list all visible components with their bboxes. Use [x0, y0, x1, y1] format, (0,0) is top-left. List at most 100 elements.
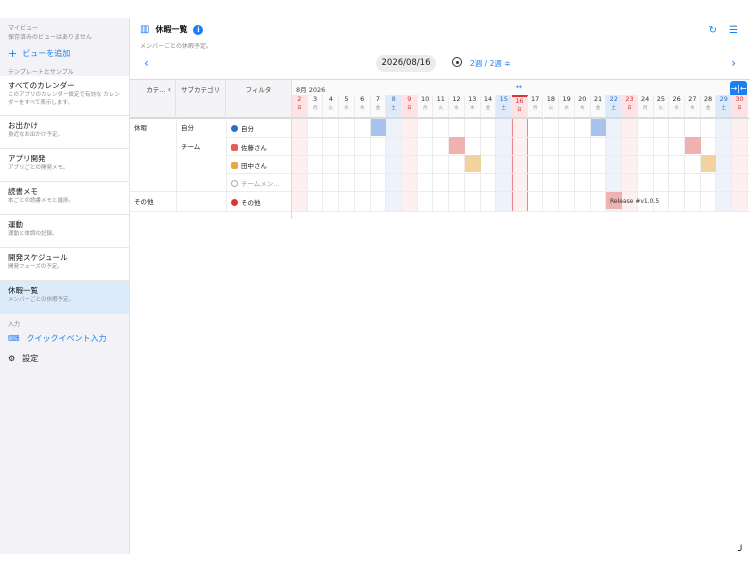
event-release-label[interactable]: Release #v1.0.5: [610, 198, 659, 205]
chevron-left-icon[interactable]: ‹: [144, 56, 149, 70]
day-column[interactable]: [481, 118, 497, 211]
filter-row-tanaka[interactable]: 田中さん: [231, 160, 267, 170]
resize-handle-icon[interactable]: ╯: [738, 546, 744, 557]
day-header[interactable]: 20 木: [574, 95, 591, 118]
today-icon[interactable]: [452, 57, 462, 67]
day-column[interactable]: [433, 118, 450, 211]
filter-row-other[interactable]: その他: [231, 197, 261, 207]
col-header-subcategory[interactable]: サブカテゴリ: [176, 79, 226, 118]
day-column[interactable]: [386, 118, 402, 211]
day-header[interactable]: 17 月: [527, 95, 544, 118]
day-header[interactable]: 18 火: [543, 95, 560, 118]
day-header[interactable]: 6木: [354, 95, 371, 118]
weekday-label: 月: [642, 106, 648, 111]
quick-event-button[interactable]: ⌨ クイックイベント入力: [0, 328, 129, 348]
day-header[interactable]: 12 水: [449, 95, 465, 118]
vacation-block[interactable]: [700, 155, 717, 172]
sidebar-item-reading[interactable]: 読書メモ 本ごとの読書メモと進捗。: [0, 182, 129, 215]
sidebar-item-desc: 身近なお出かけ予定。: [8, 132, 64, 138]
day-number: 17: [531, 95, 540, 103]
day-column[interactable]: [449, 118, 465, 211]
day-column[interactable]: [544, 118, 560, 211]
filter-settings-icon[interactable]: ☰: [729, 25, 738, 36]
day-header[interactable]: 13 木: [464, 95, 481, 118]
day-header[interactable]: 19 水: [559, 95, 575, 118]
filter-row-self[interactable]: 自分: [231, 123, 254, 133]
add-view-button[interactable]: + ビューを追加: [0, 44, 129, 62]
day-header[interactable]: 4火: [323, 95, 340, 118]
sidebar-item-exercise[interactable]: 運動 運動と体調の記録。: [0, 215, 129, 248]
day-column[interactable]: [496, 118, 513, 211]
day-number: 11: [436, 95, 445, 103]
date-picker[interactable]: 2026/08/16: [376, 55, 436, 72]
day-column[interactable]: [528, 118, 544, 211]
info-icon[interactable]: i: [193, 24, 204, 35]
sidebar-item-app-dev[interactable]: アプリ開発 アプリごとの開発メモ。: [0, 149, 129, 182]
vacation-block[interactable]: [685, 137, 701, 154]
sidebar-item-dev-schedule[interactable]: 開発スケジュール 開発フェーズの予定。: [0, 248, 129, 281]
settings-button[interactable]: ⚙ 設定: [0, 348, 129, 368]
vacation-block[interactable]: [449, 137, 465, 154]
day-header[interactable]: 11 火: [433, 95, 450, 118]
category-vacation: 休暇: [134, 124, 147, 132]
weekday-label: 水: [454, 106, 459, 111]
day-column[interactable]: [292, 118, 308, 211]
chevron-right-icon[interactable]: ›: [731, 56, 736, 70]
day-header[interactable]: 30 日: [732, 95, 748, 118]
day-header[interactable]: 16 日: [512, 95, 528, 118]
day-column[interactable]: [716, 118, 733, 211]
day-column[interactable]: [669, 118, 685, 211]
day-column[interactable]: [339, 118, 355, 211]
day-column[interactable]: [685, 118, 701, 211]
filter-row-sato[interactable]: 佐藤さん: [231, 142, 267, 152]
range-selector[interactable]: 2週 / 2週 ≑: [470, 58, 511, 69]
day-column[interactable]: [402, 118, 418, 211]
day-header[interactable]: 24 月: [637, 95, 654, 118]
sidebar-item-all-calendars[interactable]: すべてのカレンダー このアプリのカレンダー設定で有効な カレンダーをすべて表示し…: [0, 76, 129, 116]
day-header[interactable]: 21 金: [590, 95, 607, 118]
expand-arrows-icon[interactable]: ↔: [516, 83, 522, 91]
filter-row-team-members[interactable]: チームメン…: [231, 178, 280, 188]
day-number: 27: [688, 95, 697, 103]
day-column[interactable]: [575, 118, 591, 211]
day-column[interactable]: [512, 118, 528, 211]
sidebar-item-desc: 開発フェーズの予定。: [8, 264, 63, 270]
day-column[interactable]: [308, 118, 324, 211]
day-column[interactable]: [355, 118, 371, 211]
day-header[interactable]: 29 土: [716, 95, 733, 118]
refresh-icon[interactable]: ↻: [709, 25, 717, 36]
day-column[interactable]: [418, 118, 434, 211]
sidebar-toggle-icon[interactable]: ▥: [140, 24, 149, 35]
day-header[interactable]: 26 水: [669, 95, 685, 118]
vacation-block[interactable]: [590, 119, 607, 136]
day-column[interactable]: [559, 118, 575, 211]
day-header[interactable]: 3月: [307, 95, 324, 118]
sidebar-item-vacation[interactable]: 休暇一覧 メンバーごとの休暇予定。: [0, 281, 129, 314]
day-header[interactable]: 9日: [402, 95, 418, 118]
day-header[interactable]: 10 月: [417, 95, 434, 118]
day-header[interactable]: 8土: [386, 95, 402, 118]
vacation-block[interactable]: [370, 119, 387, 136]
col-header-category[interactable]: カテ… ‹: [130, 79, 176, 118]
day-header[interactable]: 7金: [370, 95, 387, 118]
day-header[interactable]: 23 日: [622, 95, 638, 118]
day-column[interactable]: [732, 118, 748, 211]
day-column[interactable]: [323, 118, 340, 211]
chevron-left-icon[interactable]: ‹: [168, 85, 171, 94]
page-subtitle: メンバーごとの休暇予定。: [140, 43, 212, 50]
day-header[interactable]: 28 金: [700, 95, 717, 118]
row-divider: [130, 118, 750, 119]
day-header[interactable]: 22 土: [606, 95, 623, 118]
row-divider: [226, 137, 750, 138]
sidebar-item-outing[interactable]: お出かけ 身近なお出かけ予定。: [0, 116, 129, 149]
day-header[interactable]: 14 金: [480, 95, 497, 118]
vacation-block[interactable]: [464, 155, 481, 172]
day-header[interactable]: 15 土: [496, 95, 513, 118]
day-header[interactable]: 5水: [339, 95, 355, 118]
day-header[interactable]: 25 火: [653, 95, 670, 118]
col-header-filter[interactable]: フィルタ: [226, 79, 292, 118]
row-divider: [226, 173, 750, 174]
day-header[interactable]: 2日: [292, 95, 308, 118]
sidebar-item-title: 休暇一覧: [8, 286, 38, 295]
day-header[interactable]: 27 木: [685, 95, 701, 118]
